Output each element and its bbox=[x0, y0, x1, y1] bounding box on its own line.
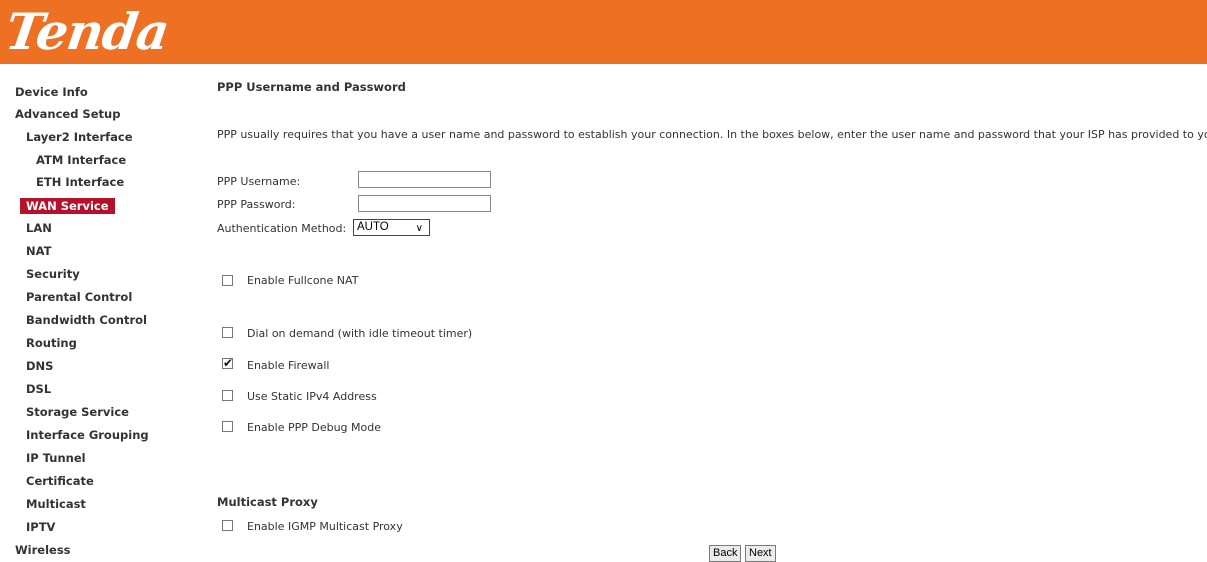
static-ipv4-label: Use Static IPv4 Address bbox=[247, 390, 377, 403]
nav-storage-service[interactable]: Storage Service bbox=[26, 402, 129, 422]
multicast-proxy-title: Multicast Proxy bbox=[217, 495, 318, 509]
auth-method-label: Authentication Method: bbox=[217, 222, 347, 235]
igmp-proxy-checkbox[interactable] bbox=[222, 520, 233, 531]
header-bar: Tenda bbox=[0, 0, 1207, 64]
auth-method-select[interactable]: AUTO ∨ bbox=[353, 219, 430, 236]
igmp-proxy-label: Enable IGMP Multicast Proxy bbox=[247, 520, 403, 533]
checkmark-icon: ✔ bbox=[223, 356, 234, 370]
dial-on-demand-checkbox[interactable] bbox=[222, 327, 233, 338]
nav-certificate[interactable]: Certificate bbox=[26, 471, 94, 491]
nav-advanced-setup[interactable]: Advanced Setup bbox=[15, 104, 120, 124]
nav-wireless[interactable]: Wireless bbox=[15, 540, 71, 560]
fullcone-label: Enable Fullcone NAT bbox=[247, 274, 359, 287]
ppp-debug-label: Enable PPP Debug Mode bbox=[247, 421, 382, 434]
fullcone-checkbox[interactable] bbox=[222, 275, 233, 286]
firewall-label: Enable Firewall bbox=[247, 359, 330, 372]
nav-ip-tunnel[interactable]: IP Tunnel bbox=[26, 448, 86, 468]
nav-multicast[interactable]: Multicast bbox=[26, 494, 86, 514]
description-text: PPP usually requires that you have a use… bbox=[217, 128, 1207, 141]
nav-atm-interface[interactable]: ATM Interface bbox=[36, 150, 126, 170]
static-ipv4-checkbox[interactable] bbox=[222, 390, 233, 401]
nav-security[interactable]: Security bbox=[26, 264, 80, 284]
nav-wan-service[interactable]: WAN Service bbox=[20, 198, 115, 214]
nav-eth-interface[interactable]: ETH Interface bbox=[36, 172, 124, 192]
username-input[interactable] bbox=[358, 171, 491, 188]
ppp-debug-checkbox[interactable] bbox=[222, 421, 233, 432]
nav-device-info[interactable]: Device Info bbox=[15, 82, 88, 102]
nav-parental-control[interactable]: Parental Control bbox=[26, 287, 132, 307]
nav-lan[interactable]: LAN bbox=[26, 218, 52, 238]
sidebar-nav: Device Info Advanced Setup Layer2 Interf… bbox=[0, 64, 176, 559]
firewall-checkbox[interactable]: ✔ bbox=[222, 356, 234, 370]
section-title: PPP Username and Password bbox=[217, 80, 406, 94]
nav-layer2-interface[interactable]: Layer2 Interface bbox=[26, 127, 133, 147]
password-input[interactable] bbox=[358, 195, 491, 212]
nav-routing[interactable]: Routing bbox=[26, 333, 77, 353]
chevron-down-icon: ∨ bbox=[415, 223, 423, 234]
nav-nat[interactable]: NAT bbox=[26, 241, 51, 261]
nav-iptv[interactable]: IPTV bbox=[26, 517, 55, 537]
nav-bandwidth-control[interactable]: Bandwidth Control bbox=[26, 310, 147, 330]
nav-dsl[interactable]: DSL bbox=[26, 379, 51, 399]
back-button[interactable]: Back bbox=[709, 545, 742, 562]
auth-method-value: AUTO bbox=[357, 221, 389, 233]
password-label: PPP Password: bbox=[217, 198, 296, 211]
username-label: PPP Username: bbox=[217, 175, 301, 188]
main-content: PPP Username and Password PPP usually re… bbox=[217, 64, 1207, 562]
nav-dns[interactable]: DNS bbox=[26, 356, 53, 376]
tenda-logo: Tenda bbox=[1, 2, 173, 61]
next-button[interactable]: Next bbox=[745, 545, 776, 562]
dial-on-demand-label: Dial on demand (with idle timeout timer) bbox=[247, 327, 473, 340]
nav-interface-grouping[interactable]: Interface Grouping bbox=[26, 425, 149, 445]
